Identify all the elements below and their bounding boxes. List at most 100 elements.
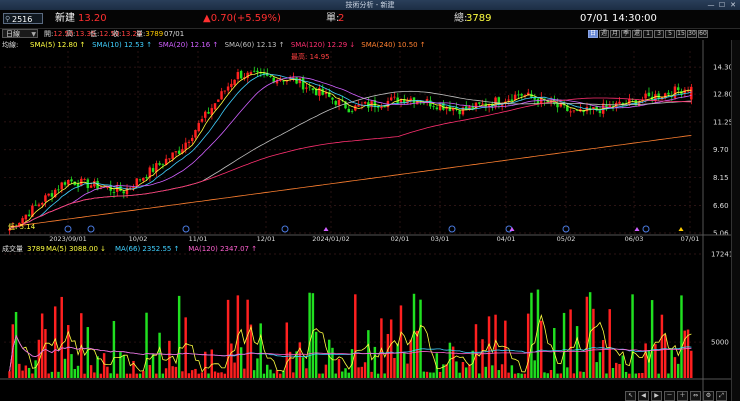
candle bbox=[657, 93, 660, 99]
candle bbox=[70, 179, 73, 182]
period-button[interactable]: 15 bbox=[676, 30, 686, 38]
vertical-scrollbar[interactable] bbox=[731, 40, 740, 401]
date-axis-tick: 10/02 bbox=[129, 235, 148, 243]
period-button[interactable]: 季 bbox=[621, 30, 631, 38]
volume-legend-label: 成交量 bbox=[2, 244, 23, 253]
candle bbox=[142, 177, 145, 181]
volume-bar bbox=[412, 293, 416, 378]
ma-legend-item: SMA(20) 12.16 ↑ bbox=[158, 41, 218, 49]
scroll-right-icon[interactable]: ▶ bbox=[651, 391, 662, 401]
close-button[interactable]: ✕ bbox=[728, 1, 738, 9]
period-select[interactable]: 日線 ▼ bbox=[2, 29, 38, 38]
volume-bar bbox=[161, 373, 165, 378]
candle bbox=[40, 202, 44, 205]
ma-legend-item: SMA(240) 10.50 ↑ bbox=[361, 41, 425, 49]
scroll-left-icon[interactable]: ◀ bbox=[638, 391, 649, 401]
ohlc-label: 低: bbox=[90, 30, 100, 38]
volume-bar bbox=[347, 372, 350, 378]
maximize-button[interactable]: ☐ bbox=[717, 1, 727, 9]
volume-bar bbox=[615, 362, 618, 378]
minimize-button[interactable]: — bbox=[706, 1, 716, 9]
period-button[interactable]: 3 bbox=[654, 30, 664, 38]
volume-bar bbox=[536, 289, 540, 378]
cursor-tool-icon[interactable]: ↖ bbox=[625, 391, 636, 401]
volume-ma-legend: MA(66) 2352.55 ↑ bbox=[115, 245, 179, 253]
ma-line bbox=[9, 90, 692, 230]
candle bbox=[673, 86, 677, 98]
volume-bar bbox=[562, 312, 566, 378]
settings-icon[interactable]: ⚙ bbox=[703, 391, 714, 401]
period-button[interactable]: 月 bbox=[610, 30, 620, 38]
period-button[interactable]: 1 bbox=[643, 30, 653, 38]
period-button[interactable]: 5 bbox=[665, 30, 675, 38]
expand-icon[interactable]: ⤢ bbox=[716, 391, 727, 401]
volume-bar bbox=[478, 373, 481, 378]
candle bbox=[380, 106, 383, 109]
ma-line bbox=[9, 135, 692, 228]
volume-bar bbox=[213, 371, 217, 378]
candle bbox=[50, 193, 54, 197]
period-button[interactable]: 60 bbox=[698, 30, 708, 38]
fit-icon[interactable]: ⇔ bbox=[690, 391, 701, 401]
candle bbox=[135, 178, 138, 186]
stock-name: 新建 bbox=[55, 13, 75, 24]
volume-bar bbox=[451, 346, 455, 378]
volume-bar bbox=[190, 370, 194, 378]
volume-bar bbox=[409, 339, 412, 378]
ma-legend-item: SMA(10) 12.53 ↑ bbox=[92, 41, 152, 49]
single-volume-value: 2 bbox=[338, 13, 345, 24]
volume-bar bbox=[112, 320, 116, 378]
candle bbox=[24, 214, 28, 220]
stock-code-input[interactable]: ⚲ 2516 bbox=[3, 13, 43, 24]
candle bbox=[204, 111, 207, 118]
candle bbox=[184, 142, 187, 150]
candle bbox=[334, 101, 337, 105]
volume-bar bbox=[177, 295, 181, 378]
zoom-in-icon[interactable]: ＋ bbox=[677, 391, 688, 401]
zoom-out-icon[interactable]: － bbox=[664, 391, 675, 401]
volume-bar bbox=[650, 300, 654, 378]
volume-bar bbox=[239, 347, 243, 378]
volume-bar bbox=[18, 363, 21, 378]
candle bbox=[311, 88, 315, 91]
date-axis-tick: 03/01 bbox=[431, 235, 450, 243]
volume-bar bbox=[621, 355, 624, 378]
volume-bar bbox=[389, 319, 393, 378]
volume-bar bbox=[406, 363, 409, 378]
chart-canvas[interactable]: 均線: SMA(5) 12.80 ↑ SMA(10) 12.53 ↑ SMA(20) … bbox=[0, 40, 740, 401]
volume-bar bbox=[680, 295, 683, 378]
period-button[interactable]: 30 bbox=[687, 30, 697, 38]
volume-bar bbox=[393, 357, 396, 378]
candle bbox=[618, 101, 621, 104]
volume-bar bbox=[259, 323, 262, 378]
volume-bar bbox=[99, 373, 103, 378]
volume-bar bbox=[429, 372, 432, 378]
period-button[interactable]: 週 bbox=[599, 30, 609, 38]
date-axis-tick: 02/01 bbox=[391, 235, 410, 243]
price-axis-tick: 6.60 bbox=[713, 202, 729, 210]
volume-bar bbox=[93, 372, 96, 378]
volume-bar bbox=[383, 373, 386, 378]
candle bbox=[194, 130, 197, 138]
volume-bar bbox=[50, 371, 54, 378]
period-button[interactable]: 還 bbox=[632, 30, 642, 38]
volume-bar bbox=[269, 369, 272, 378]
candle bbox=[230, 83, 233, 88]
candle bbox=[337, 99, 341, 106]
signal-triangle-icon bbox=[678, 227, 684, 231]
candle bbox=[151, 168, 155, 172]
volume-bar bbox=[464, 367, 468, 378]
candle bbox=[269, 75, 272, 77]
volume-bar bbox=[243, 368, 246, 378]
volume-bar bbox=[171, 366, 174, 378]
volume-bar bbox=[334, 373, 337, 378]
volume-bar bbox=[275, 370, 279, 378]
volume-bar bbox=[481, 339, 484, 378]
volume-bar bbox=[556, 373, 559, 378]
volume-bar bbox=[416, 330, 419, 378]
volume-bar bbox=[474, 324, 478, 378]
period-button[interactable]: 日 bbox=[588, 30, 598, 38]
volume-bar bbox=[83, 373, 86, 378]
volume-bar bbox=[207, 373, 210, 378]
volume-bar bbox=[158, 332, 161, 378]
